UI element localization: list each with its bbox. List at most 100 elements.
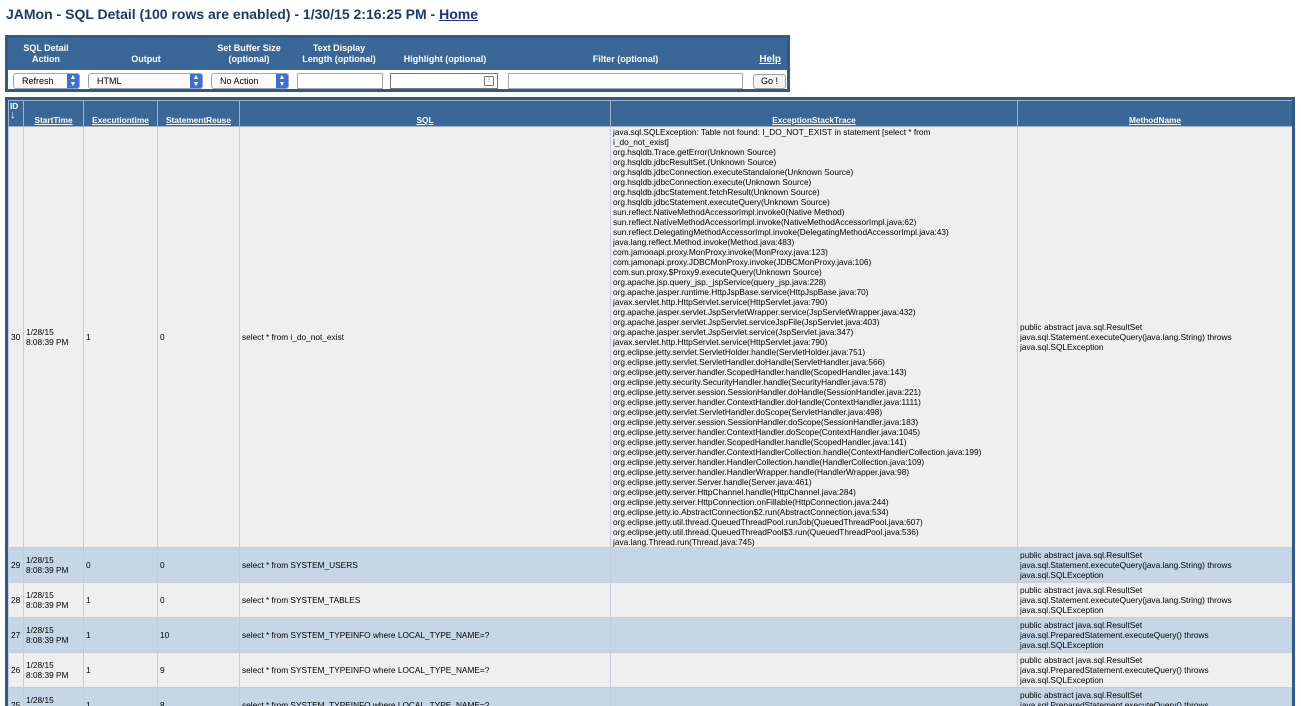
method-name-line: java.sql.SQLException [1020, 570, 1104, 580]
stack-trace-line: org.eclipse.jetty.server.handler.Context… [613, 427, 921, 437]
start-time: 8:08:39 PM [26, 565, 69, 575]
method-name-line: public abstract java.sql.ResultSet [1020, 690, 1143, 700]
stack-trace-line: org.hsqldb.jdbcStatement.executeQuery(Un… [613, 197, 830, 207]
cell-sql: select * from SYSTEM_TYPEINFO where LOCA… [239, 617, 611, 653]
cell-sql: select * from SYSTEM_TYPEINFO where LOCA… [239, 687, 611, 706]
stack-trace-line: org.eclipse.jetty.server.handler.ScopedH… [613, 367, 907, 377]
sql-text: select * from SYSTEM_TYPEINFO where LOCA… [242, 665, 490, 675]
cell-id: 29 [8, 547, 24, 583]
cell-starttime: 1/28/158:08:39 PM [23, 582, 84, 618]
stack-trace-line: org.eclipse.jetty.server.HttpChannel.han… [613, 487, 856, 497]
sql-text: select * from i_do_not_exist [242, 332, 344, 342]
row-id: 27 [11, 630, 21, 640]
stack-trace-line: org.hsqldb.jdbcResultSet.(Unknown Source… [613, 157, 777, 167]
stack-trace-line: org.eclipse.jetty.server.session.Session… [613, 417, 919, 427]
cell-statementreuse: 0 [157, 582, 240, 618]
output-select[interactable]: HTML ▲ ▼ [88, 73, 203, 89]
keypad-icon[interactable]: ⁝ [484, 76, 494, 86]
statement-reuse: 8 [160, 700, 165, 706]
column-header-executiontime[interactable]: Executiontime [83, 100, 158, 127]
stack-trace-line: org.hsqldb.jdbcStatement.fetchResult(Unk… [613, 187, 820, 197]
sql-detail-table: ID ↓ StartTime Executiontime StatementReu… [5, 97, 1295, 706]
cell-id: 30 [8, 126, 24, 548]
go-button[interactable]: Go ! [753, 74, 786, 89]
executiontime-header-label: Executiontime [92, 115, 149, 125]
column-header-methodname[interactable]: MethodName [1017, 100, 1292, 127]
table-header-row: ID ↓ StartTime Executiontime StatementReu… [8, 100, 1292, 127]
row-id: 28 [11, 595, 21, 605]
starttime-header-label: StartTime [34, 115, 73, 125]
statement-reuse: 0 [160, 595, 165, 605]
help-link[interactable]: Help [759, 54, 781, 65]
stack-trace-line: org.hsqldb.jdbcConnection.execute(Unknow… [613, 177, 812, 187]
output-select-value: HTML [97, 76, 122, 86]
action-select-value: Refresh [22, 76, 54, 86]
stack-trace-line: org.eclipse.jetty.servlet.ServletHandler… [613, 357, 885, 367]
cell-exceptionstacktrace [610, 652, 1018, 688]
start-time: 8:08:39 PM [26, 670, 69, 680]
execution-time: 1 [86, 332, 91, 342]
buffer-select-value: No Action [220, 76, 259, 86]
stack-trace-line: org.eclipse.jetty.server.handler.Handler… [613, 457, 925, 467]
method-name-line: public abstract java.sql.ResultSet [1020, 585, 1143, 595]
text-length-label: Text Display Length (optional) [302, 43, 376, 64]
action-select[interactable]: Refresh ▲ ▼ [13, 73, 80, 89]
cell-starttime: 1/28/158:08:39 PM [23, 652, 84, 688]
execution-time: 0 [86, 560, 91, 570]
row-id: 30 [11, 332, 21, 342]
start-time: 8:08:39 PM [26, 635, 69, 645]
column-header-exceptionstacktrace[interactable]: ExceptionStackTrace [610, 100, 1018, 127]
column-header-id[interactable]: ID ↓ [8, 100, 24, 127]
start-time: 8:08:39 PM [26, 337, 69, 347]
cell-sql: select * from i_do_not_exist [239, 126, 611, 548]
stack-trace-line: javax.servlet.http.HttpServlet.service(H… [613, 297, 828, 307]
row-id: 26 [11, 665, 21, 675]
control-panel: SQL Detail Action Output Set Buffer Size… [5, 35, 790, 92]
stack-trace-line: org.eclipse.jetty.server.HttpConnection.… [613, 497, 889, 507]
method-name-line: java.sql.SQLException [1020, 640, 1104, 650]
row-id: 29 [11, 560, 21, 570]
cell-methodname: public abstract java.sql.ResultSet java.s… [1017, 687, 1292, 706]
cell-id: 25 [8, 687, 24, 706]
highlight-input[interactable]: ⁝ [390, 73, 498, 89]
stack-trace-line: com.jamonapi.proxy.JDBCMonProxy.invoke(J… [613, 257, 872, 267]
sort-down-arrow-icon: ↓ [10, 109, 16, 121]
sql-text: select * from SYSTEM_TYPEINFO where LOCA… [242, 630, 490, 640]
methodname-header-label: MethodName [1128, 115, 1182, 125]
column-header-starttime[interactable]: StartTime [23, 100, 84, 127]
execution-time: 1 [86, 595, 91, 605]
statement-reuse: 0 [160, 332, 165, 342]
buffer-select[interactable]: No Action ▲ ▼ [211, 73, 289, 89]
table-row: 26 1/28/15 8:08:39 PM 1 9 select * from SYSTE… [8, 652, 1292, 688]
execution-time: 1 [86, 665, 91, 675]
cell-id: 27 [8, 617, 24, 653]
stack-trace-line: org.eclipse.jetty.util.thread.QueuedThre… [613, 527, 919, 537]
cell-exceptionstacktrace [610, 617, 1018, 653]
column-header-sql[interactable]: SQL [239, 100, 611, 127]
stack-trace-line: org.apache.jasper.servlet.JspServletWrap… [613, 307, 916, 317]
table-row: 251/28/158:08:39 PM1 8 select * from SYSTE… [8, 687, 1292, 706]
stack-trace-line: org.eclipse.jetty.server.handler.ScopedH… [613, 437, 907, 447]
cell-executiontime: 1 [83, 617, 158, 653]
cell-exceptionstacktrace [610, 582, 1018, 618]
text-length-input[interactable] [297, 73, 383, 89]
filter-input[interactable] [508, 73, 743, 89]
cell-executiontime: 1 [83, 687, 158, 706]
stack-trace-line: org.apache.jasper.servlet.JspServlet.ser… [613, 327, 854, 337]
execution-time: 1 [86, 700, 91, 706]
home-link[interactable]: Home [439, 6, 478, 22]
start-date: 1/28/15 [26, 625, 54, 635]
stack-trace-line: java.lang.Thread.run(Thread.java:745) [613, 537, 755, 547]
cell-exceptionstacktrace [610, 547, 1018, 583]
table-row: 29 1/28/15 8:08:39 PM 0 0 select * from SYSTE… [8, 547, 1292, 583]
start-time: 8:08:39 PM [26, 600, 69, 610]
column-header-statementreuse[interactable]: StatementReuse [157, 100, 240, 127]
method-name-line: java.sql.PreparedStatement.executeQuery(… [1020, 665, 1209, 675]
cell-sql: select * from SYSTEM_USERS [239, 547, 611, 583]
method-name-line: java.sql.SQLException [1020, 605, 1104, 615]
cell-statementreuse: 0 [157, 547, 240, 583]
cell-methodname: public abstract java.sql.ResultSet java.s… [1017, 582, 1292, 618]
stack-trace-line: org.eclipse.jetty.security.SecurityHandl… [613, 377, 887, 387]
cell-id: 28 [8, 582, 24, 618]
sql-text: select * from SYSTEM_USERS [242, 560, 358, 570]
